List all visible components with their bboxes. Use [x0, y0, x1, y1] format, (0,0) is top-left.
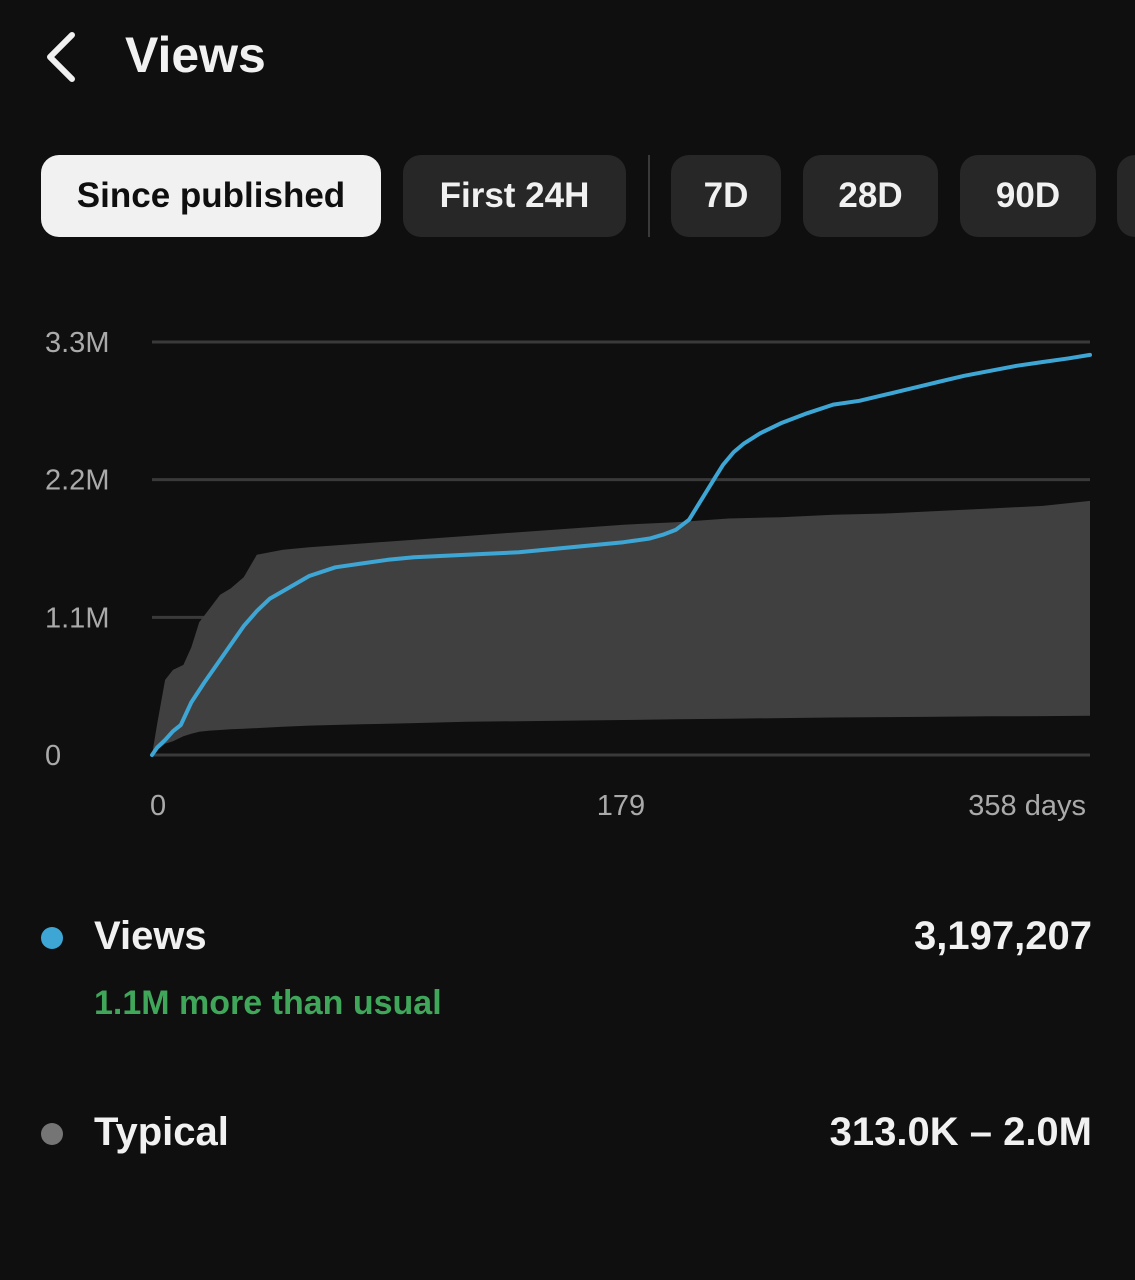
typical-range-band — [152, 500, 1090, 755]
legend-typical[interactable]: Typical 313.0K – 2.0M — [0, 1095, 1135, 1175]
chip-divider — [648, 155, 650, 237]
chip-since-published[interactable]: Since published — [41, 155, 381, 237]
chip-first-24h[interactable]: First 24H — [403, 155, 626, 237]
time-range-filters: Since published First 24H 7D 28D 90D — [0, 155, 1135, 237]
views-chart: 0 1.1M 2.2M 3.3M 0 179 358 days — [45, 327, 1092, 822]
legend-views[interactable]: Views 3,197,207 1.1M more than usual — [0, 900, 1135, 1040]
typical-color-dot — [41, 1123, 63, 1145]
x-axis-labels: 0 179 358 days — [150, 790, 1086, 822]
chip-28d[interactable]: 28D — [803, 155, 938, 237]
views-color-dot — [41, 927, 63, 949]
header: Views — [0, 0, 1135, 120]
views-label: Views — [94, 914, 207, 958]
typical-label: Typical — [94, 1110, 229, 1154]
x-tick-label: 179 — [597, 790, 645, 822]
y-tick-label: 0 — [45, 740, 61, 772]
chevron-left-icon — [47, 32, 75, 82]
y-tick-label: 2.2M — [45, 465, 109, 497]
chip-90d[interactable]: 90D — [960, 155, 1096, 237]
chip-overflow[interactable] — [1117, 155, 1135, 237]
x-tick-label: 0 — [150, 790, 166, 822]
x-tick-label: 358 days — [968, 790, 1086, 822]
page-title: Views — [125, 27, 266, 83]
views-total: 3,197,207 — [914, 914, 1092, 958]
back-button[interactable] — [30, 22, 94, 92]
y-tick-label: 1.1M — [45, 602, 109, 634]
y-tick-label: 3.3M — [45, 327, 109, 359]
views-comparison-note: 1.1M more than usual — [94, 984, 442, 1022]
typical-band-layer — [152, 500, 1090, 755]
typical-range: 313.0K – 2.0M — [829, 1110, 1092, 1154]
chip-7d[interactable]: 7D — [671, 155, 781, 237]
y-axis-labels: 0 1.1M 2.2M 3.3M — [45, 327, 109, 772]
